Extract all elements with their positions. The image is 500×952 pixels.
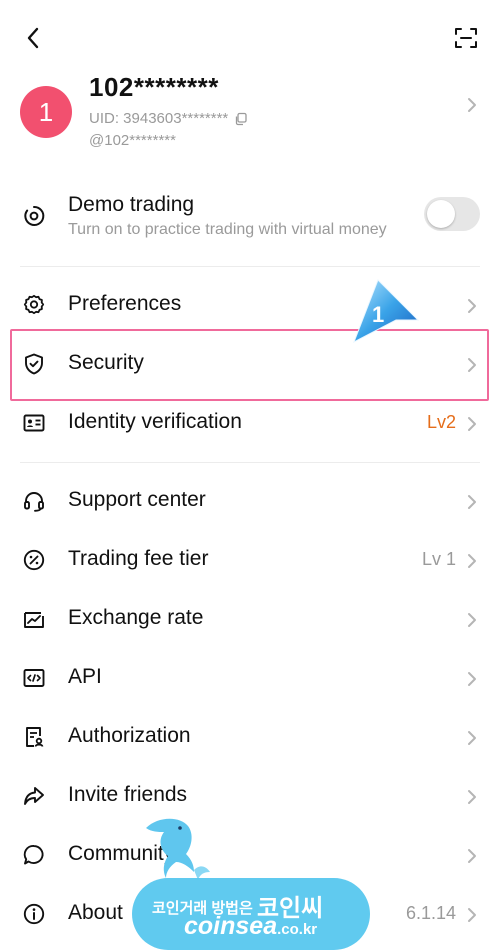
menu-item-label: Preferences — [68, 292, 182, 315]
menu-item-label: Identity verification — [68, 410, 242, 433]
share-arrow-icon — [24, 787, 44, 805]
percent-icon — [23, 549, 45, 571]
target-icon — [24, 205, 45, 226]
top-bar — [0, 0, 500, 70]
uid-text: UID: 3943603******** — [89, 110, 229, 127]
divider — [20, 266, 480, 267]
step-number: 1 — [372, 302, 385, 327]
step-marker: 1 — [348, 278, 420, 348]
chevron-right-icon — [468, 849, 476, 863]
watermark: 코인거래 방법은 코인씨 coinsea.co.kr — [128, 810, 374, 952]
verification-level-badge: Lv2 — [426, 412, 456, 432]
menu-item-label: Invite friends — [68, 783, 188, 806]
watermark-domain: .co.kr — [277, 921, 318, 938]
menu-item-label: Authorization — [68, 724, 191, 747]
exchange-chart-icon — [24, 612, 44, 628]
menu-item-exchange-rate[interactable]: Exchange rate — [0, 590, 500, 648]
gear-icon — [23, 294, 45, 315]
chat-bubble-icon — [23, 845, 44, 865]
chevron-right-icon — [468, 908, 476, 922]
user-handle: @102******** — [89, 132, 176, 149]
toggle-knob — [427, 200, 455, 228]
menu-item-support-center[interactable]: Support center — [0, 472, 500, 530]
demo-trading-toggle[interactable] — [424, 197, 480, 231]
back-button[interactable] — [20, 24, 48, 52]
menu-item-trading-fee-tier[interactable]: Trading fee tier Lv 1 — [0, 531, 500, 589]
menu-item-api[interactable]: API — [0, 649, 500, 707]
menu-item-label: Trading fee tier — [68, 547, 209, 570]
demo-trading-subtitle: Turn on to practice trading with virtual… — [68, 221, 387, 238]
app-version: 6.1.14 — [405, 903, 456, 923]
copy-icon[interactable] — [234, 112, 248, 126]
menu-item-identity-verification[interactable]: Identity verification Lv2 — [0, 394, 500, 452]
menu-item-label: Exchange rate — [68, 606, 204, 629]
scan-icon — [455, 28, 477, 48]
menu-item-label: Support center — [68, 488, 206, 511]
chevron-left-icon — [27, 27, 39, 49]
username: 102******** — [89, 72, 219, 102]
chevron-right-icon — [468, 417, 476, 431]
chevron-right-icon — [468, 672, 476, 686]
menu-item-preferences[interactable]: Preferences — [0, 276, 500, 334]
menu-item-label: API — [68, 665, 102, 688]
chevron-right-icon — [468, 299, 476, 313]
authorization-doc-icon — [26, 727, 44, 747]
chevron-right-icon — [468, 495, 476, 509]
menu-item-authorization[interactable]: Authorization — [0, 708, 500, 766]
chevron-right-icon — [468, 98, 476, 112]
watermark-brand: coinsea — [184, 912, 278, 940]
headset-icon — [24, 492, 44, 512]
watermark-line2: coinsea.co.kr — [184, 912, 317, 941]
chevron-right-icon — [468, 731, 476, 745]
avatar-text: 1 — [38, 96, 54, 127]
scan-button[interactable] — [452, 24, 480, 52]
chevron-right-icon — [468, 613, 476, 627]
id-card-icon — [23, 414, 45, 432]
fee-tier-value: Lv 1 — [421, 549, 456, 569]
demo-trading-row: Demo trading Turn on to practice trading… — [0, 180, 500, 250]
profile-card[interactable]: 1 102******** UID: 3943603******** @102*… — [0, 66, 500, 162]
chevron-right-icon — [468, 790, 476, 804]
avatar: 1 — [20, 86, 72, 138]
demo-trading-label: Demo trading — [68, 193, 195, 216]
divider — [20, 462, 480, 463]
uid-row: UID: 3943603******** — [89, 110, 248, 127]
code-icon — [23, 669, 45, 687]
chevron-right-icon — [468, 554, 476, 568]
info-icon — [23, 903, 45, 925]
menu-item-label: About — [68, 901, 123, 924]
